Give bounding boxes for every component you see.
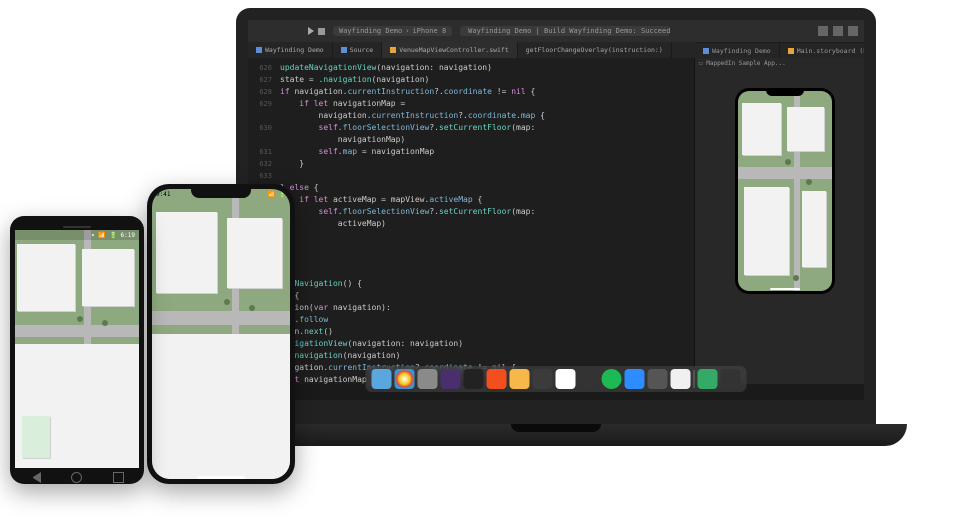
status-time: 9:41 bbox=[156, 191, 170, 198]
chevron-right-icon: › bbox=[405, 27, 409, 35]
dock-app-icon[interactable] bbox=[395, 369, 415, 389]
laptop-screen: Wayfinding Demo › iPhone 8 Wayfinding De… bbox=[236, 8, 876, 424]
home-indicator bbox=[770, 288, 800, 290]
app-icon bbox=[703, 48, 709, 54]
home-indicator bbox=[197, 476, 245, 479]
dock-app-icon[interactable] bbox=[698, 369, 718, 389]
macos-dock[interactable] bbox=[366, 366, 747, 392]
breadcrumb-item[interactable]: getFloorChangeOverlay(instruction:) bbox=[518, 42, 672, 58]
dock-app-icon[interactable] bbox=[441, 369, 461, 389]
dock-app-icon[interactable] bbox=[579, 369, 599, 389]
dock-app-icon[interactable] bbox=[671, 369, 691, 389]
swift-file-icon bbox=[390, 47, 396, 53]
simulator-device[interactable] bbox=[735, 88, 835, 294]
dock-app-icon[interactable] bbox=[464, 369, 484, 389]
scheme-app: Wayfinding Demo bbox=[339, 27, 402, 35]
xcode-titlebar: Wayfinding Demo › iPhone 8 Wayfinding De… bbox=[248, 20, 864, 42]
code-content: updateNavigationView(navigation: navigat… bbox=[248, 58, 694, 384]
scheme-selector[interactable]: Wayfinding Demo › iPhone 8 bbox=[333, 26, 452, 36]
breadcrumb-item[interactable]: VenueMapViewController.swift bbox=[382, 42, 518, 58]
breadcrumb-item[interactable]: Source bbox=[333, 42, 382, 58]
recents-button[interactable] bbox=[113, 472, 124, 483]
device-speaker bbox=[15, 223, 139, 230]
status-time: 6:19 bbox=[121, 232, 135, 239]
interface-builder-panel: Wayfinding Demo Main.storyboard (Base) N… bbox=[694, 58, 864, 384]
dock-app-icon[interactable] bbox=[418, 369, 438, 389]
app-icon bbox=[256, 47, 262, 53]
laptop-device: Wayfinding Demo › iPhone 8 Wayfinding De… bbox=[205, 8, 907, 510]
xcode-body: 626627628629630631632633 updateNavigatio… bbox=[248, 58, 864, 384]
dock-app-icon[interactable] bbox=[533, 369, 553, 389]
dock-app-icon[interactable] bbox=[648, 369, 668, 389]
panels-icon[interactable] bbox=[848, 26, 858, 36]
dock-trash-icon[interactable] bbox=[721, 369, 741, 389]
build-status: Wayfinding Demo | Build Wayfinding Demo:… bbox=[460, 26, 670, 36]
map-view[interactable]: ▾ 📶 🔋 6:19 bbox=[15, 230, 139, 468]
simulator-screen bbox=[738, 91, 832, 291]
android-device: ▾ 📶 🔋 6:19 bbox=[10, 216, 144, 484]
iphone-device: 9:41 📶 🔋 bbox=[147, 184, 295, 484]
dock-app-icon[interactable] bbox=[510, 369, 530, 389]
storyboard-icon bbox=[788, 48, 794, 54]
map-view bbox=[738, 91, 832, 291]
iphone-screen: 9:41 📶 🔋 bbox=[152, 189, 290, 479]
map-view[interactable]: 9:41 📶 🔋 bbox=[152, 189, 290, 479]
status-indicators: ▾ 📶 🔋 6:19 bbox=[91, 232, 135, 239]
laptop-base bbox=[205, 424, 907, 446]
dock-app-icon[interactable] bbox=[487, 369, 507, 389]
status-bar: ▾ 📶 🔋 6:19 bbox=[15, 230, 139, 240]
library-icon[interactable] bbox=[818, 26, 828, 36]
canvas-header: ☐ MappedIn Sample App... bbox=[695, 58, 864, 72]
line-gutter: 626627628629630631632633 bbox=[248, 58, 276, 182]
status-bar: 9:41 📶 🔋 bbox=[152, 189, 290, 199]
android-nav-bar bbox=[15, 468, 139, 486]
breadcrumb-item[interactable]: Wayfinding Demo bbox=[248, 42, 333, 58]
status-indicators: 📶 🔋 bbox=[267, 191, 286, 198]
device-notch bbox=[766, 88, 804, 96]
breadcrumb-item[interactable]: Wayfinding Demo bbox=[695, 43, 780, 58]
code-editor[interactable]: 626627628629630631632633 updateNavigatio… bbox=[248, 58, 694, 384]
stop-button[interactable] bbox=[318, 28, 325, 35]
dock-app-icon[interactable] bbox=[625, 369, 645, 389]
home-button[interactable] bbox=[71, 472, 82, 483]
dock-app-icon[interactable] bbox=[602, 369, 622, 389]
editor-options-icon[interactable] bbox=[833, 26, 843, 36]
breadcrumb-bar-right: Wayfinding Demo Main.storyboard (Base) N… bbox=[695, 42, 864, 58]
breadcrumb-item[interactable]: Main.storyboard (Base) bbox=[780, 43, 876, 58]
run-button[interactable] bbox=[308, 27, 314, 35]
dock-divider bbox=[694, 370, 695, 388]
folder-icon bbox=[341, 47, 347, 53]
scheme-device: iPhone 8 bbox=[412, 27, 446, 35]
android-screen: ▾ 📶 🔋 6:19 bbox=[15, 230, 139, 468]
titlebar-right-controls bbox=[818, 26, 858, 36]
dock-app-icon[interactable] bbox=[372, 369, 392, 389]
dock-app-icon[interactable] bbox=[556, 369, 576, 389]
back-button[interactable] bbox=[30, 472, 41, 483]
